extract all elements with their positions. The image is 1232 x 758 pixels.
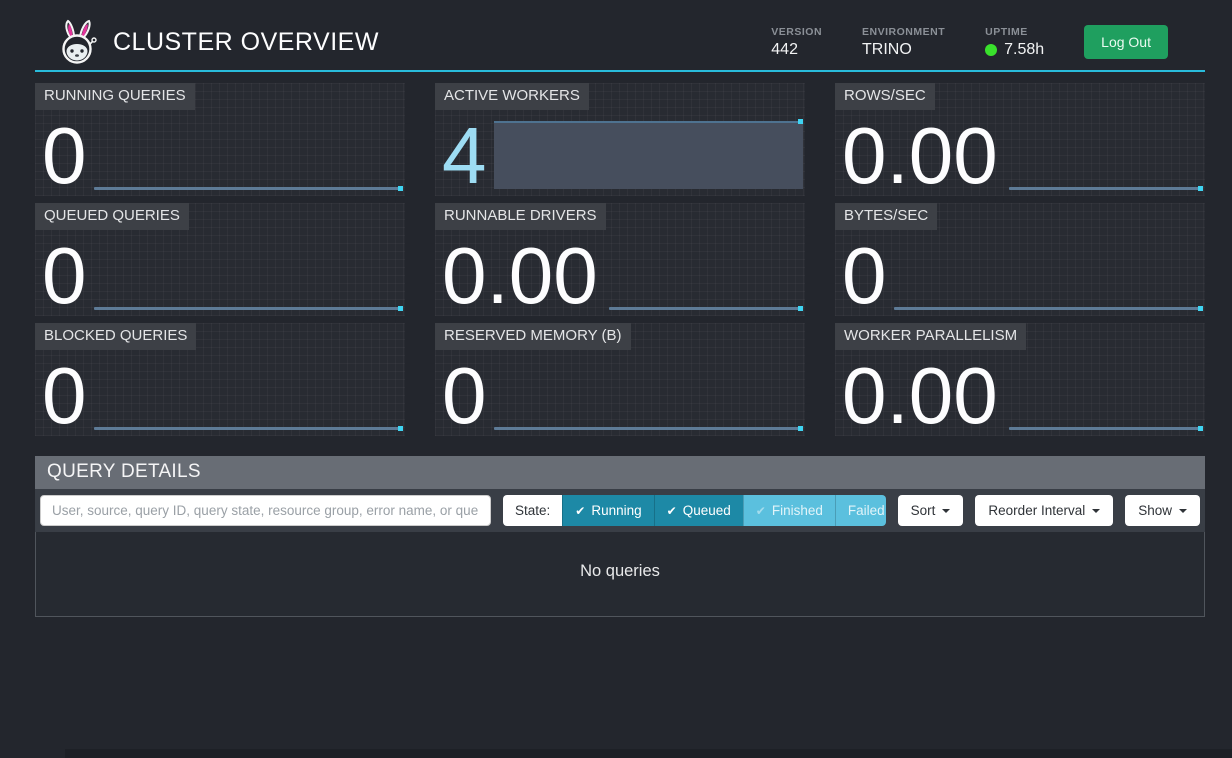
cluster-stats-grid: RUNNING QUERIES 0 ACTIVE WORKERS 4 ROWS/… [35, 83, 1205, 436]
stat-label: RUNNABLE DRIVERS [435, 203, 606, 230]
stat-value: 0 [42, 356, 87, 436]
stat-tile-running-queries: RUNNING QUERIES 0 [35, 83, 405, 196]
stat-label: RESERVED MEMORY (B) [435, 323, 631, 350]
sparkline [494, 427, 802, 430]
filter-finished-button[interactable]: ✔ Finished [743, 495, 835, 526]
sparkline [1009, 187, 1202, 190]
filter-failed-dropdown[interactable]: Failed [835, 495, 886, 526]
stat-tile-blocked-queries: BLOCKED QUERIES 0 [35, 323, 405, 436]
stat-label: QUEUED QUERIES [35, 203, 189, 230]
sparkline-area [494, 121, 803, 189]
caret-down-icon [942, 509, 950, 513]
sort-dropdown[interactable]: Sort [898, 495, 964, 526]
stat-value: 0 [842, 236, 887, 316]
caret-down-icon [1092, 509, 1100, 513]
reorder-interval-dropdown[interactable]: Reorder Interval [975, 495, 1113, 526]
page-title: CLUSTER OVERVIEW [113, 28, 379, 57]
query-details-section: QUERY DETAILS State: ✔ Running ✔ Queued … [35, 456, 1205, 617]
sparkline [94, 427, 402, 430]
caret-down-icon [1179, 509, 1187, 513]
stat-tile-rows-sec: ROWS/SEC 0.00 [835, 83, 1205, 196]
stat-label: RUNNING QUERIES [35, 83, 195, 110]
stat-label: WORKER PARALLELISM [835, 323, 1026, 350]
version-meta: VERSION 442 [771, 26, 822, 59]
filter-running-button[interactable]: ✔ Running [562, 495, 653, 526]
stat-value: 0 [442, 356, 487, 436]
stat-tile-active-workers: ACTIVE WORKERS 4 [435, 83, 805, 196]
query-filter-toolbar: State: ✔ Running ✔ Queued ✔ Finished Fai… [35, 489, 1205, 532]
filter-queued-button[interactable]: ✔ Queued [654, 495, 743, 526]
query-details-header: QUERY DETAILS [35, 456, 1205, 489]
query-results-empty-state: No queries [35, 532, 1205, 617]
stat-value: 0.00 [442, 236, 598, 316]
stat-tile-queued-queries: QUEUED QUERIES 0 [35, 203, 405, 316]
stat-value: 0 [42, 236, 87, 316]
stat-value: 0.00 [842, 356, 998, 436]
check-icon: ✔ [575, 504, 585, 518]
uptime-status-dot-icon [985, 44, 997, 56]
sparkline [1009, 427, 1202, 430]
stat-label: BLOCKED QUERIES [35, 323, 196, 350]
query-search-input[interactable] [40, 495, 491, 526]
stat-label: BYTES/SEC [835, 203, 937, 230]
uptime-value: 7.58h [1004, 41, 1044, 59]
uptime-meta: UPTIME 7.58h [985, 26, 1044, 59]
check-icon: ✔ [756, 504, 766, 518]
header-meta: VERSION 442 ENVIRONMENT TRINO UPTIME 7.5… [771, 25, 1205, 59]
stat-tile-runnable-drivers: RUNNABLE DRIVERS 0.00 [435, 203, 805, 316]
show-dropdown[interactable]: Show [1125, 495, 1200, 526]
empty-message: No queries [580, 562, 660, 580]
environment-label: ENVIRONMENT [862, 26, 945, 38]
sparkline [609, 307, 802, 310]
check-icon: ✔ [667, 504, 677, 518]
horizontal-scrollbar[interactable] [65, 749, 1232, 758]
version-value: 442 [771, 41, 822, 59]
stat-tile-reserved-memory: RESERVED MEMORY (B) 0 [435, 323, 805, 436]
logout-button[interactable]: Log Out [1084, 25, 1168, 59]
version-label: VERSION [771, 26, 822, 38]
stat-tile-worker-parallelism: WORKER PARALLELISM 0.00 [835, 323, 1205, 436]
stat-value: 0 [42, 116, 87, 196]
environment-meta: ENVIRONMENT TRINO [862, 26, 945, 59]
stat-value: 4 [442, 116, 487, 196]
state-filter-group: State: ✔ Running ✔ Queued ✔ Finished Fai… [503, 495, 886, 526]
stat-label: ROWS/SEC [835, 83, 935, 110]
environment-value: TRINO [862, 41, 945, 59]
sparkline [94, 307, 402, 310]
state-filter-label: State: [503, 495, 562, 526]
sparkline [894, 307, 1202, 310]
stat-tile-bytes-sec: BYTES/SEC 0 [835, 203, 1205, 316]
header: CLUSTER OVERVIEW VERSION 442 ENVIRONMENT… [35, 0, 1205, 72]
stat-label: ACTIVE WORKERS [435, 83, 589, 110]
trino-bunny-logo-icon [57, 18, 99, 66]
uptime-label: UPTIME [985, 26, 1044, 38]
stat-value: 0.00 [842, 116, 998, 196]
sparkline [94, 187, 402, 190]
